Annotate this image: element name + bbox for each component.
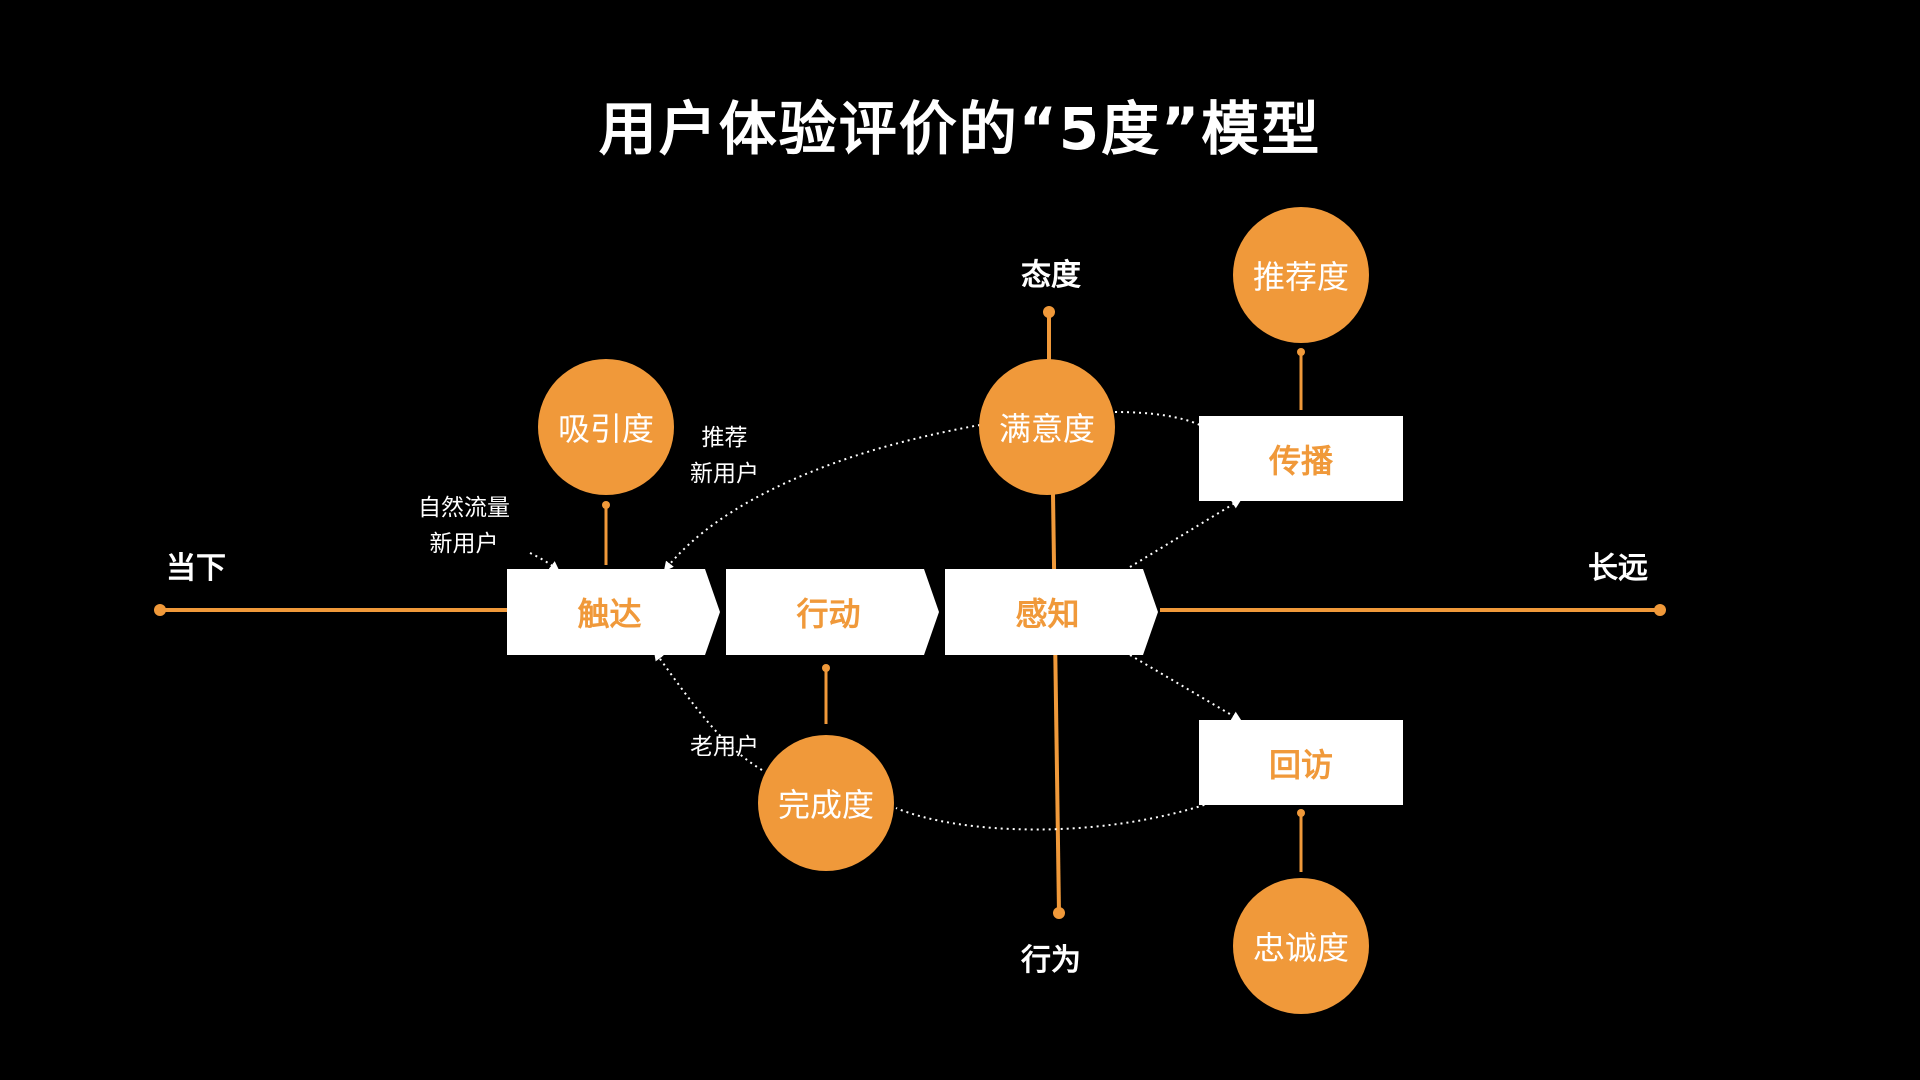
annotation-natural-traffic: 自然流量 新用户 [418, 490, 510, 562]
degree-recommendation-circle: 推荐度 [1233, 207, 1369, 343]
annotation-natural-line1: 自然流量 [418, 495, 510, 521]
degree-loyalty-label: 忠诚度 [1252, 929, 1349, 967]
connector-loyalty-dot [1297, 809, 1305, 817]
stage-action: 行动 [726, 569, 939, 655]
axis-label-present: 当下 [166, 551, 226, 586]
vertical-axis-top-dot [1043, 306, 1055, 318]
connector-attraction-dot [602, 501, 610, 509]
stage-perception-label: 感知 [1015, 595, 1080, 633]
degree-attraction-label: 吸引度 [557, 410, 654, 448]
arrow-perception-to-spread [1129, 498, 1242, 568]
degree-completion-circle: 完成度 [758, 735, 894, 871]
degree-satisfaction-label: 满意度 [998, 410, 1095, 448]
annotation-natural-line2: 新用户 [429, 531, 499, 557]
outcome-spread-box: 传播 [1199, 416, 1403, 501]
degree-attraction-circle: 吸引度 [538, 359, 674, 495]
vertical-axis-bottom [1051, 493, 1061, 914]
stage-action-label: 行动 [796, 595, 861, 633]
degree-loyalty-circle: 忠诚度 [1233, 878, 1369, 1014]
stage-perception: 感知 [945, 569, 1158, 655]
annotation-old-users: 老用户 [690, 734, 759, 760]
annotation-recommend-line1: 推荐 [701, 425, 748, 451]
diagram-canvas: 用户体验评价的“5度”模型 当下 长远 态度 行为 触达 行动 感知 传播 回访… [0, 0, 1920, 1080]
axis-label-behavior: 行为 [1021, 943, 1081, 978]
stage-reach: 触达 [507, 569, 720, 655]
axis-label-long-term: 长远 [1588, 551, 1648, 586]
connector-completion-dot [822, 664, 830, 672]
degree-satisfaction-circle: 满意度 [979, 359, 1115, 495]
vertical-axis-bottom-dot [1053, 907, 1065, 919]
degree-recommendation-label: 推荐度 [1252, 258, 1349, 296]
outcome-revisit-label: 回访 [1268, 745, 1333, 784]
outcome-spread-label: 传播 [1268, 441, 1333, 480]
arrow-revisit-to-completion [895, 802, 1211, 831]
connector-recommendation-dot [1297, 348, 1305, 356]
annotation-recommend-line2: 新用户 [690, 461, 759, 487]
arrow-perception-to-revisit [1129, 654, 1242, 722]
degree-completion-label: 完成度 [777, 786, 874, 824]
outcome-revisit-box: 回访 [1199, 720, 1403, 805]
page-title: 用户体验评价的“5度”模型 [598, 95, 1322, 163]
arrow-satisfaction-to-spread [1114, 411, 1201, 426]
timeline-start-dot [154, 604, 166, 616]
annotation-recommend-new-users: 推荐 新用户 [690, 420, 759, 492]
axis-label-attitude: 态度 [1021, 258, 1081, 293]
timeline-end-dot [1654, 604, 1666, 616]
stage-reach-label: 触达 [577, 595, 642, 633]
arrow-natural-traffic [529, 552, 560, 572]
